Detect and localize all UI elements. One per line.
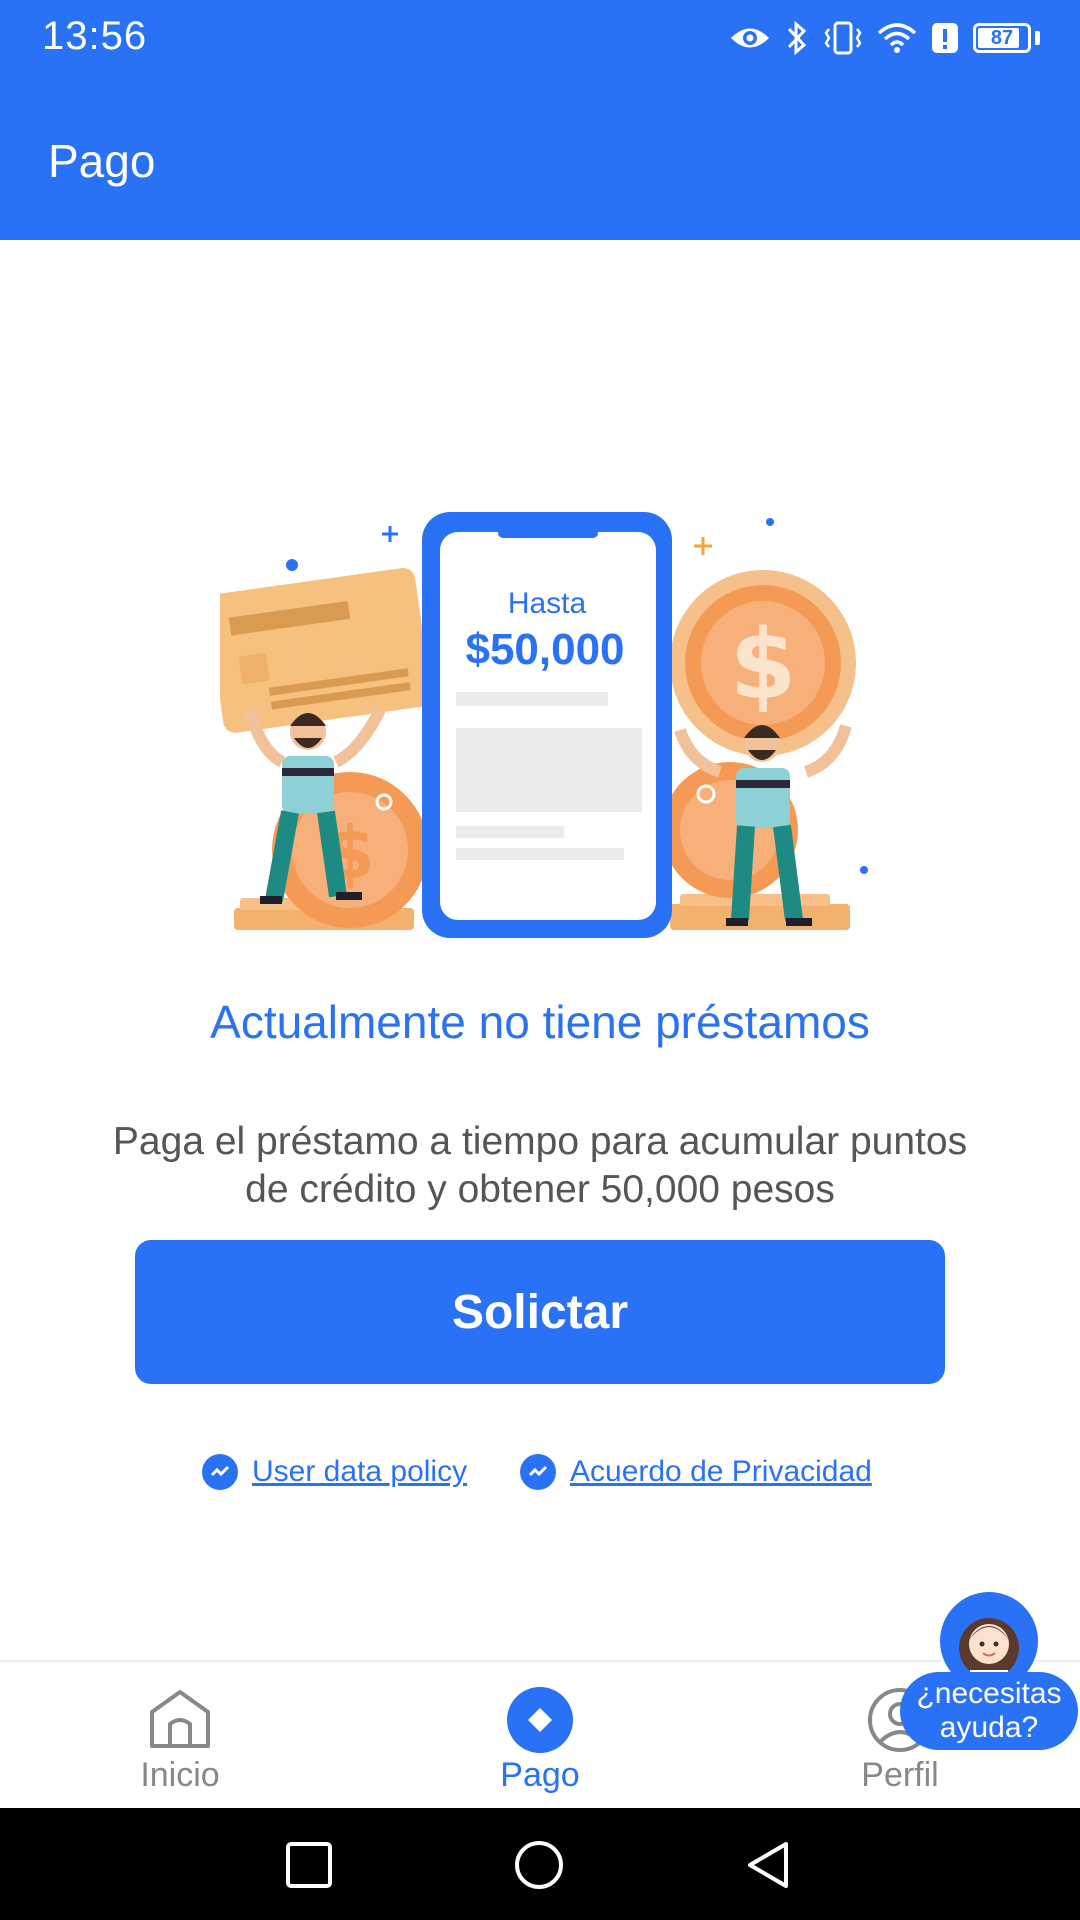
apply-button[interactable]: Solictar (135, 1240, 945, 1384)
page-title: Pago (48, 135, 156, 187)
battery-indicator: 87 (973, 23, 1031, 53)
credit-card-icon (220, 568, 432, 733)
status-time: 13:56 (42, 14, 148, 58)
bluetooth-icon (787, 20, 807, 56)
system-navigation-bar (0, 1808, 1080, 1920)
help-label: ¿necesitas ayuda? (900, 1672, 1078, 1750)
check-trend-icon (202, 1454, 238, 1490)
phone-mockup (422, 512, 672, 938)
nav-label-pago: Pago (500, 1756, 580, 1794)
nav-item-inicio[interactable]: Inicio (80, 1662, 280, 1810)
status-icons: 87 (729, 16, 1040, 60)
recent-apps-icon[interactable] (284, 1840, 334, 1890)
nav-label-perfil: Perfil (861, 1756, 939, 1794)
home-icon (150, 1690, 210, 1748)
nav-label-inicio: Inicio (140, 1756, 220, 1794)
payment-diamond-icon (507, 1687, 573, 1753)
battery-level-text: 87 (990, 26, 1014, 49)
svg-text:$: $ (730, 609, 797, 721)
wifi-icon (877, 23, 917, 53)
empty-state-description: Paga el préstamo a tiempo para acumular … (112, 1120, 968, 1211)
user-data-policy-link[interactable]: User data policy (202, 1452, 467, 1492)
user-data-policy-label[interactable]: User data policy (252, 1455, 467, 1489)
hero-illustration: $ $ Hasta $50,000 (220, 512, 868, 938)
phone-label: Hasta (508, 587, 587, 620)
privacy-agreement-label[interactable]: Acuerdo de Privacidad (570, 1455, 872, 1489)
nav-item-pago[interactable]: Pago (440, 1662, 640, 1810)
battery-tip (1035, 31, 1040, 45)
check-trend-icon (520, 1454, 556, 1490)
status-bar: 13:56 87 (0, 0, 1080, 76)
app-bar: Pago (0, 76, 1080, 240)
empty-state-title: Actualmente no tiene préstamos (210, 996, 870, 1048)
alert-icon (932, 23, 958, 53)
home-button-icon[interactable] (512, 1840, 566, 1890)
eye-icon (731, 28, 769, 48)
phone-amount: $50,000 (465, 625, 624, 674)
privacy-agreement-link[interactable]: Acuerdo de Privacidad (520, 1452, 872, 1492)
help-chat-button[interactable]: ¿necesitas ayuda? (898, 1592, 1080, 1760)
vibrate-icon (824, 21, 862, 55)
back-icon[interactable] (744, 1840, 794, 1890)
